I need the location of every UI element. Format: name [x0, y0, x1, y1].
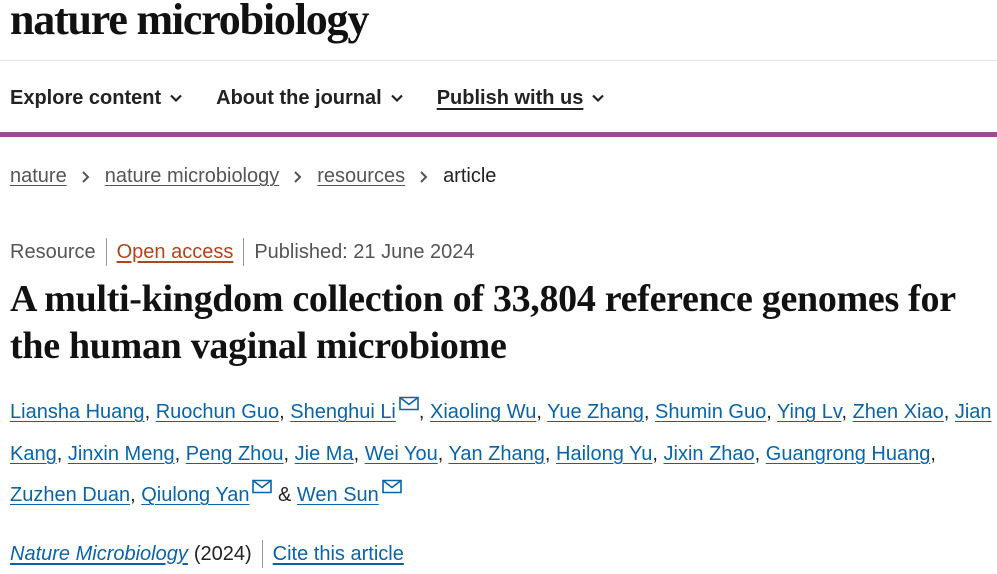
chevron-right-icon	[420, 170, 428, 183]
chevron-down-icon	[170, 94, 182, 103]
author: Shumin Guo	[655, 401, 766, 423]
cite-this-article-link[interactable]: Cite this article	[273, 543, 404, 566]
author: Guangrong Huang	[766, 443, 931, 465]
author: Wei You	[365, 443, 438, 465]
author-name-link[interactable]: Liansha Huang	[10, 401, 145, 423]
author-name-link[interactable]: Yue Zhang	[547, 401, 644, 423]
author-name-link[interactable]: Wei You	[365, 443, 438, 465]
nav-publish-with-us-label: Publish with us	[436, 86, 584, 109]
article-type: Resource	[10, 240, 96, 263]
author: Jinxin Meng	[68, 443, 175, 465]
article-title: A multi-kingdom collection of 33,804 ref…	[10, 278, 956, 367]
email-icon[interactable]	[399, 396, 419, 411]
author-name-link[interactable]: Jixin Zhao	[664, 443, 755, 465]
chevron-down-icon	[390, 94, 403, 103]
author-name-link[interactable]: Peng Zhou	[186, 443, 284, 465]
meta-divider	[105, 238, 107, 266]
author-name-link[interactable]: Zuzhen Duan	[10, 484, 130, 506]
meta-divider	[243, 238, 245, 266]
email-icon[interactable]	[381, 479, 402, 494]
nav-publish-with-us[interactable]: Publish with us	[437, 83, 606, 113]
author-name-link[interactable]: Shumin Guo	[655, 401, 766, 423]
author: Zhen Xiao	[853, 401, 944, 423]
chevron-down-icon	[592, 94, 605, 103]
author: Hailong Yu	[556, 443, 652, 465]
author: Yan Zhang	[449, 443, 545, 465]
author: Peng Zhou	[186, 443, 284, 465]
author: Qiulong Yan	[141, 479, 273, 506]
published-date: Published: 21 June 2024	[254, 240, 475, 263]
author-name-link[interactable]: Qiulong Yan	[141, 484, 249, 506]
email-icon[interactable]	[252, 479, 273, 494]
author-name-link[interactable]: Wen Sun	[297, 484, 379, 506]
open-access-link[interactable]: Open access	[117, 241, 234, 264]
author-name-link[interactable]: Zhen Xiao	[853, 401, 944, 423]
author: Xiaoling Wu	[430, 401, 536, 423]
author: Zuzhen Duan	[10, 484, 130, 506]
publication-year: (2024)	[193, 542, 252, 565]
breadcrumb: nature nature microbiology resources art…	[10, 165, 496, 188]
author: Ying Lv	[777, 401, 841, 423]
author-name-link[interactable]: Ying Lv	[777, 401, 841, 423]
nav-explore-content[interactable]: Explore content	[10, 83, 183, 113]
journal-link[interactable]: Nature Microbiology	[10, 543, 188, 566]
article-citation-bar: Nature Microbiology (2024) Cite this art…	[10, 540, 404, 568]
author: Jie Ma	[295, 443, 354, 465]
author-name-link[interactable]: Hailong Yu	[556, 443, 652, 465]
author-name-link[interactable]: Xiaoling Wu	[430, 401, 536, 423]
citation-divider	[261, 540, 263, 568]
article-meta: Resource Open access Published: 21 June …	[10, 238, 475, 266]
author: Liansha Huang	[10, 401, 145, 423]
author-name-link[interactable]: Yan Zhang	[449, 443, 545, 465]
author-name-link[interactable]: Jinxin Meng	[68, 443, 175, 465]
author: Yue Zhang	[547, 401, 644, 423]
breadcrumb-nature[interactable]: nature	[10, 165, 67, 188]
author-list: Liansha Huang, Ruochun Guo, Shenghui Li,…	[10, 392, 997, 517]
nav-accent-bar	[0, 132, 997, 137]
chevron-right-icon	[294, 170, 302, 183]
chevron-right-icon	[82, 170, 90, 183]
author-name-link[interactable]: Shenghui Li	[290, 401, 396, 423]
author: Wen Sun	[297, 479, 402, 506]
site-logo[interactable]: nature microbiology	[10, 0, 369, 46]
author: Shenghui Li	[290, 396, 419, 423]
nav-explore-content-label: Explore content	[10, 86, 162, 109]
main-nav: Explore content About the journal Publis…	[10, 83, 638, 113]
author-name-link[interactable]: Ruochun Guo	[156, 401, 279, 423]
nav-about-the-journal[interactable]: About the journal	[216, 83, 404, 113]
author: Ruochun Guo	[156, 401, 279, 423]
author-name-link[interactable]: Jie Ma	[295, 443, 354, 465]
breadcrumb-nature-microbiology[interactable]: nature microbiology	[105, 165, 280, 188]
breadcrumb-resources[interactable]: resources	[317, 165, 405, 188]
header-divider	[0, 60, 997, 61]
breadcrumb-current: article	[443, 165, 497, 187]
author: Jixin Zhao	[664, 443, 755, 465]
nav-about-the-journal-label: About the journal	[216, 86, 382, 109]
author-name-link[interactable]: Guangrong Huang	[766, 443, 931, 465]
